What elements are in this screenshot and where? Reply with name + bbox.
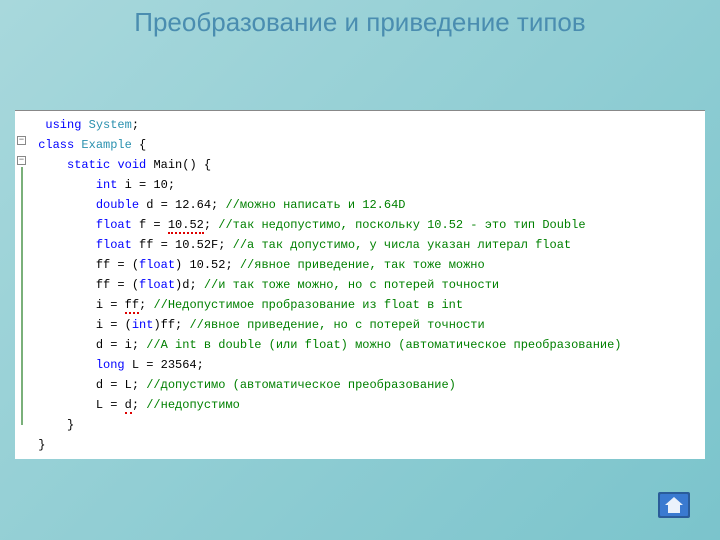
- change-marker: [21, 167, 23, 425]
- code-line: static void Main() {: [15, 155, 705, 175]
- code-line: ff = (float) 10.52; //явное приведение, …: [15, 255, 705, 275]
- code-line: }: [15, 415, 705, 435]
- code-line: d = L; //допустимо (автоматическое преоб…: [15, 375, 705, 395]
- code-line: float ff = 10.52F; //а так допустимо, у …: [15, 235, 705, 255]
- code-line: int i = 10;: [15, 175, 705, 195]
- fold-toggle-icon[interactable]: −: [17, 156, 26, 165]
- code-line: class Example {: [15, 135, 705, 155]
- fold-toggle-icon[interactable]: −: [17, 136, 26, 145]
- code-line: }: [15, 435, 705, 455]
- error-squiggle: ff: [125, 298, 139, 314]
- code-block: − − using System; class Example { static…: [15, 110, 705, 459]
- error-squiggle: 10.52: [168, 218, 204, 234]
- code-line: i = (int)ff; //явное приведение, но с по…: [15, 315, 705, 335]
- slide-title: Преобразование и приведение типов: [0, 0, 720, 40]
- code-line: i = ff; //Недопустимое пробразование из …: [15, 295, 705, 315]
- code-line: L = d; //недопустимо: [15, 395, 705, 415]
- home-nav-icon[interactable]: [658, 492, 690, 518]
- code-line: ff = (float)d; //и так тоже можно, но с …: [15, 275, 705, 295]
- code-line: float f = 10.52; //так недопустимо, поск…: [15, 215, 705, 235]
- code-gutter: − −: [15, 111, 29, 459]
- code-line: long L = 23564;: [15, 355, 705, 375]
- code-line: double d = 12.64; //можно написать и 12.…: [15, 195, 705, 215]
- error-squiggle: d: [125, 398, 132, 414]
- code-line: d = i; //А int в double (или float) можн…: [15, 335, 705, 355]
- code-line: using System;: [15, 115, 705, 135]
